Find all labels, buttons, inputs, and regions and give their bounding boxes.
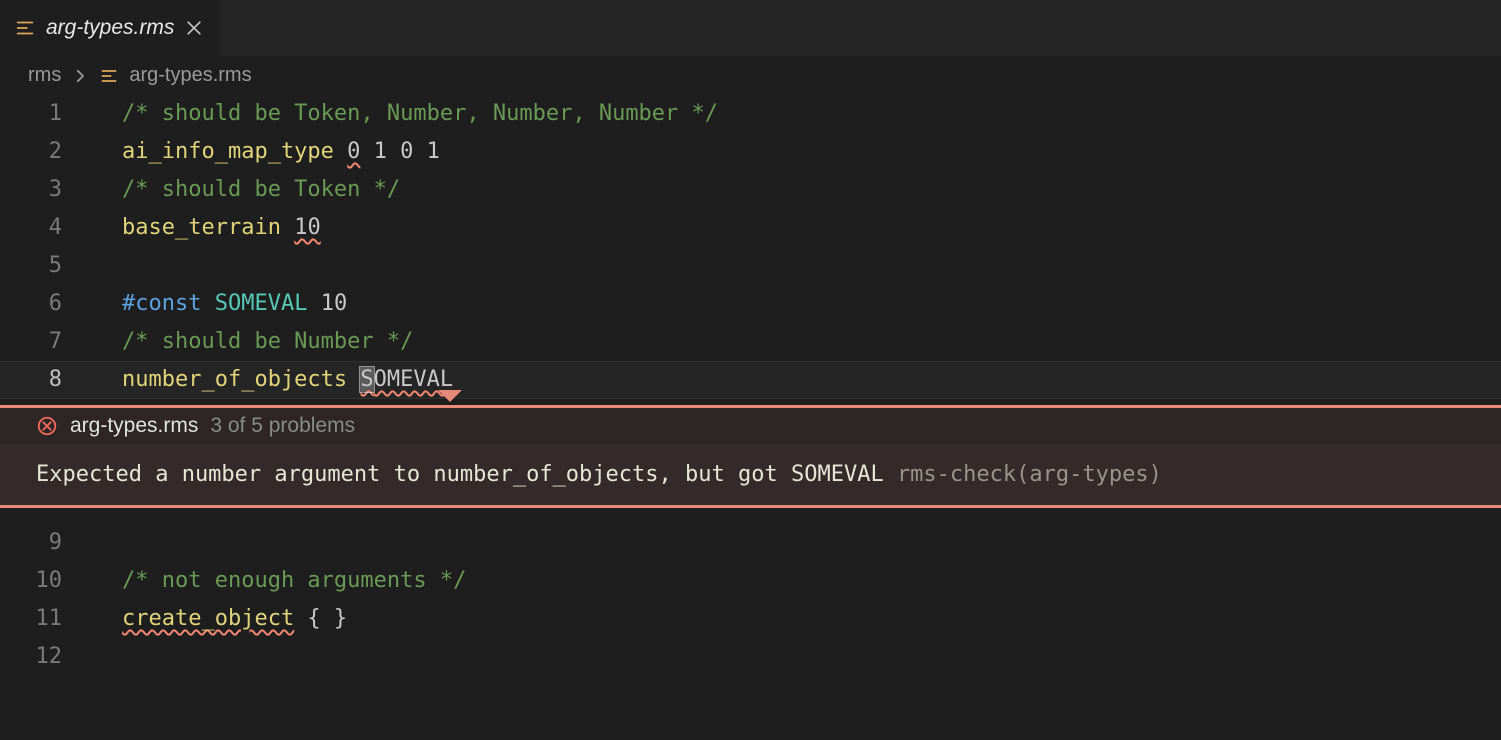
code-line[interactable]: 9 bbox=[0, 524, 1501, 562]
line-number: 3 bbox=[0, 171, 86, 209]
line-number: 11 bbox=[0, 600, 86, 638]
code-line[interactable]: 1 /* should be Token, Number, Number, Nu… bbox=[0, 95, 1501, 133]
error-pointer-icon bbox=[438, 390, 462, 402]
line-number: 1 bbox=[0, 95, 86, 133]
line-number: 5 bbox=[0, 247, 86, 285]
line-number: 7 bbox=[0, 323, 86, 361]
code-line[interactable]: 12 bbox=[0, 638, 1501, 676]
code-line[interactable]: 7 /* should be Number */ bbox=[0, 323, 1501, 361]
tab-arg-types[interactable]: arg-types.rms bbox=[0, 0, 220, 56]
breadcrumb-folder[interactable]: rms bbox=[28, 64, 61, 87]
code-line[interactable]: 2 ai_info_map_type 0 1 0 1 bbox=[0, 133, 1501, 171]
breadcrumb-file[interactable]: arg-types.rms bbox=[129, 64, 251, 87]
file-icon bbox=[14, 17, 36, 39]
tab-label: arg-types.rms bbox=[46, 16, 174, 40]
line-number: 9 bbox=[0, 524, 86, 562]
code-line[interactable]: 11 create_object { } bbox=[0, 600, 1501, 638]
problem-file: arg-types.rms bbox=[70, 414, 198, 438]
problem-message[interactable]: Expected a number argument to number_of_… bbox=[0, 444, 1501, 508]
error-icon bbox=[36, 415, 58, 437]
line-number: 6 bbox=[0, 285, 86, 323]
problem-counts: 3 of 5 problems bbox=[210, 414, 355, 438]
problem-header[interactable]: arg-types.rms 3 of 5 problems bbox=[0, 405, 1501, 444]
code-line[interactable]: 6 #const SOMEVAL 10 bbox=[0, 285, 1501, 323]
cursor: S bbox=[360, 367, 373, 392]
breadcrumb[interactable]: rms arg-types.rms bbox=[0, 56, 1501, 95]
code-line[interactable]: 10 /* not enough arguments */ bbox=[0, 562, 1501, 600]
problem-peek: arg-types.rms 3 of 5 problems Expected a… bbox=[0, 405, 1501, 508]
close-icon[interactable] bbox=[184, 18, 204, 38]
code-line[interactable]: 5 bbox=[0, 247, 1501, 285]
line-number: 2 bbox=[0, 133, 86, 171]
code-line[interactable]: 4 base_terrain 10 bbox=[0, 209, 1501, 247]
file-icon bbox=[99, 66, 119, 86]
code-editor[interactable]: 1 /* should be Token, Number, Number, Nu… bbox=[0, 95, 1501, 676]
line-number: 12 bbox=[0, 638, 86, 676]
tab-bar: arg-types.rms bbox=[0, 0, 1501, 56]
line-number: 4 bbox=[0, 209, 86, 247]
code-line-active[interactable]: 8 number_of_objects SOMEVAL bbox=[0, 361, 1501, 399]
line-number: 8 bbox=[0, 361, 86, 399]
chevron-right-icon bbox=[71, 67, 89, 85]
line-number: 10 bbox=[0, 562, 86, 600]
code-line[interactable]: 3 /* should be Token */ bbox=[0, 171, 1501, 209]
